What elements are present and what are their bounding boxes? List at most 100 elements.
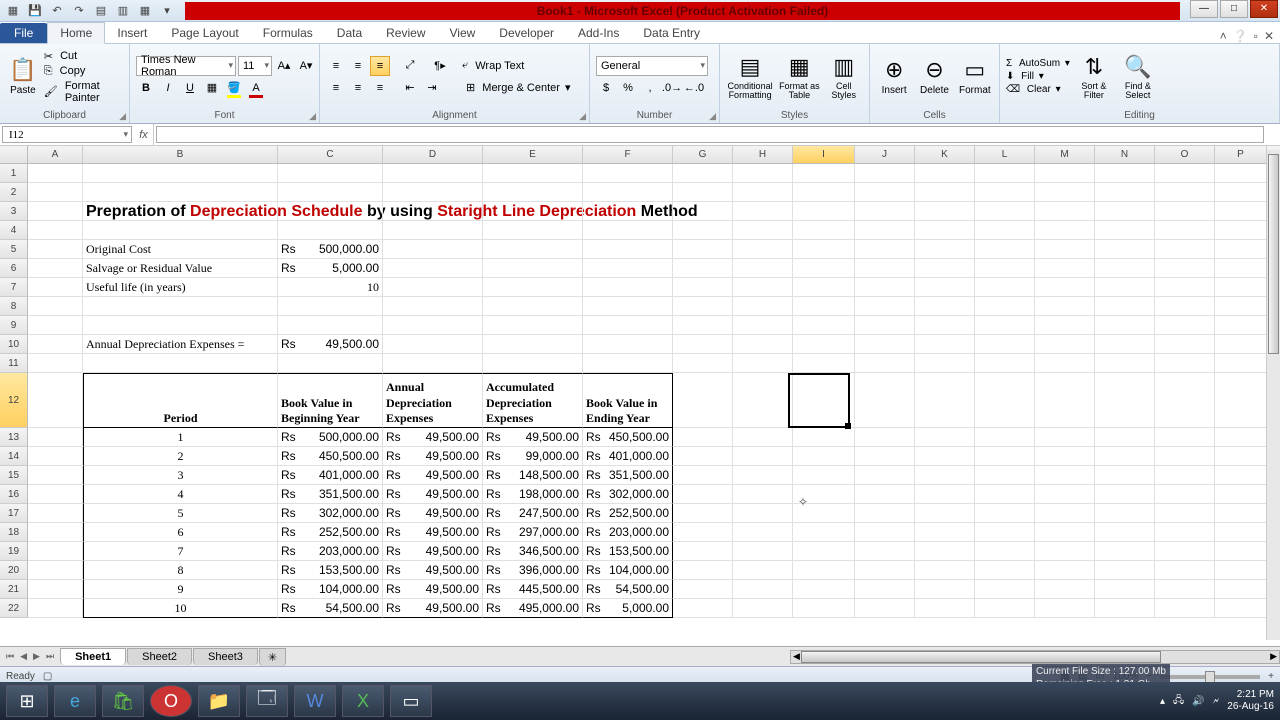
cell[interactable]: Rs148,500.00 [483, 466, 583, 485]
cell[interactable] [28, 504, 83, 523]
cell[interactable] [915, 485, 975, 504]
qat-dropdown-icon[interactable]: ▾ [158, 2, 176, 20]
tray-up-icon[interactable]: ▴ [1160, 696, 1165, 707]
cell[interactable] [733, 504, 793, 523]
select-all-corner[interactable] [0, 146, 28, 163]
col-header[interactable]: N [1095, 146, 1155, 163]
col-header[interactable]: O [1155, 146, 1215, 163]
copy-button[interactable]: ⎘ Copy [44, 65, 123, 78]
zoom-in-icon[interactable]: + [1268, 671, 1274, 682]
cell[interactable] [1035, 542, 1095, 561]
cell[interactable] [1155, 542, 1215, 561]
cell[interactable]: Salvage or Residual Value [83, 259, 278, 278]
cell[interactable] [915, 523, 975, 542]
cell[interactable] [975, 278, 1035, 297]
cell[interactable] [483, 240, 583, 259]
cell[interactable] [483, 164, 583, 183]
cell[interactable] [855, 447, 915, 466]
cell[interactable] [793, 164, 855, 183]
sheet-tab[interactable]: Sheet2 [127, 648, 192, 665]
cell[interactable] [583, 278, 673, 297]
cell[interactable] [1035, 466, 1095, 485]
merge-center-button[interactable]: ⊞ Merge & Center ▾ [466, 81, 571, 94]
cell[interactable] [733, 259, 793, 278]
col-header[interactable]: P [1215, 146, 1267, 163]
cell[interactable] [975, 240, 1035, 259]
cell[interactable] [855, 561, 915, 580]
cell[interactable] [915, 259, 975, 278]
col-header[interactable]: F [583, 146, 673, 163]
cell[interactable] [673, 580, 733, 599]
cell[interactable] [1215, 278, 1267, 297]
row-header[interactable]: 6 [0, 259, 28, 278]
cell[interactable] [793, 447, 855, 466]
cell[interactable] [855, 335, 915, 354]
number-format-combo[interactable]: General [596, 56, 708, 76]
cell[interactable] [855, 183, 915, 202]
cell[interactable] [1155, 259, 1215, 278]
cell[interactable] [915, 183, 975, 202]
cell[interactable]: Book Value in Beginning Year [278, 373, 383, 428]
cell[interactable] [83, 183, 278, 202]
cell[interactable] [583, 240, 673, 259]
cell[interactable] [915, 599, 975, 618]
col-header[interactable]: L [975, 146, 1035, 163]
help-icon[interactable]: ❔ [1233, 29, 1248, 43]
cell[interactable]: Rs401,000.00 [278, 466, 383, 485]
cell[interactable] [673, 278, 733, 297]
cell[interactable]: Rs401,000.00 [583, 447, 673, 466]
cell[interactable] [583, 297, 673, 316]
cell[interactable] [915, 428, 975, 447]
cell[interactable] [278, 316, 383, 335]
cell[interactable]: Rs49,500.00 [383, 580, 483, 599]
cell[interactable] [915, 354, 975, 373]
cell[interactable] [28, 354, 83, 373]
cell[interactable] [673, 183, 733, 202]
cell[interactable] [1215, 523, 1267, 542]
cell[interactable] [673, 164, 733, 183]
grow-font-icon[interactable]: A▴ [274, 56, 294, 76]
cell[interactable]: Rs104,000.00 [583, 561, 673, 580]
align-center-icon[interactable]: ≡ [348, 78, 368, 98]
cell[interactable]: Rs302,000.00 [583, 485, 673, 504]
cell[interactable] [1155, 447, 1215, 466]
cell[interactable] [1035, 202, 1095, 221]
app-icon[interactable]: 🗔 [246, 685, 288, 717]
cell[interactable] [483, 316, 583, 335]
wrap-text-button[interactable]: ⤶ Wrap Text [462, 59, 524, 72]
orientation-icon[interactable]: ⤢ [400, 56, 420, 76]
cell[interactable] [278, 202, 383, 221]
cell[interactable]: Rs153,500.00 [278, 561, 383, 580]
cell[interactable] [1155, 354, 1215, 373]
cell[interactable] [583, 183, 673, 202]
autosum-button[interactable]: Σ AutoSum ▾ [1006, 58, 1070, 69]
cell[interactable] [673, 466, 733, 485]
launcher-icon[interactable]: ◢ [119, 111, 126, 122]
cell[interactable] [673, 599, 733, 618]
row-header[interactable]: 13 [0, 428, 28, 447]
cell[interactable] [383, 202, 483, 221]
close-workbook-icon[interactable]: ✕ [1264, 29, 1274, 43]
cell[interactable] [1035, 428, 1095, 447]
cell[interactable] [1155, 316, 1215, 335]
cell[interactable] [855, 523, 915, 542]
format-as-table-button[interactable]: ▦Format as Table [778, 47, 820, 107]
cell[interactable] [975, 297, 1035, 316]
cell[interactable] [1155, 523, 1215, 542]
launcher-icon[interactable]: ◢ [309, 111, 316, 122]
row-header[interactable]: 17 [0, 504, 28, 523]
cell[interactable] [855, 485, 915, 504]
align-right-icon[interactable]: ≡ [370, 78, 390, 98]
cell[interactable]: Rs49,500.00 [383, 542, 483, 561]
cell[interactable] [1215, 240, 1267, 259]
cell[interactable] [793, 580, 855, 599]
cell[interactable] [28, 373, 83, 428]
cell[interactable] [855, 354, 915, 373]
cell[interactable] [673, 504, 733, 523]
cell[interactable] [855, 428, 915, 447]
ie-icon[interactable]: e [54, 685, 96, 717]
name-box[interactable]: I12 [2, 126, 132, 143]
cell[interactable] [1155, 297, 1215, 316]
cell[interactable] [1035, 599, 1095, 618]
row-header[interactable]: 22 [0, 599, 28, 618]
